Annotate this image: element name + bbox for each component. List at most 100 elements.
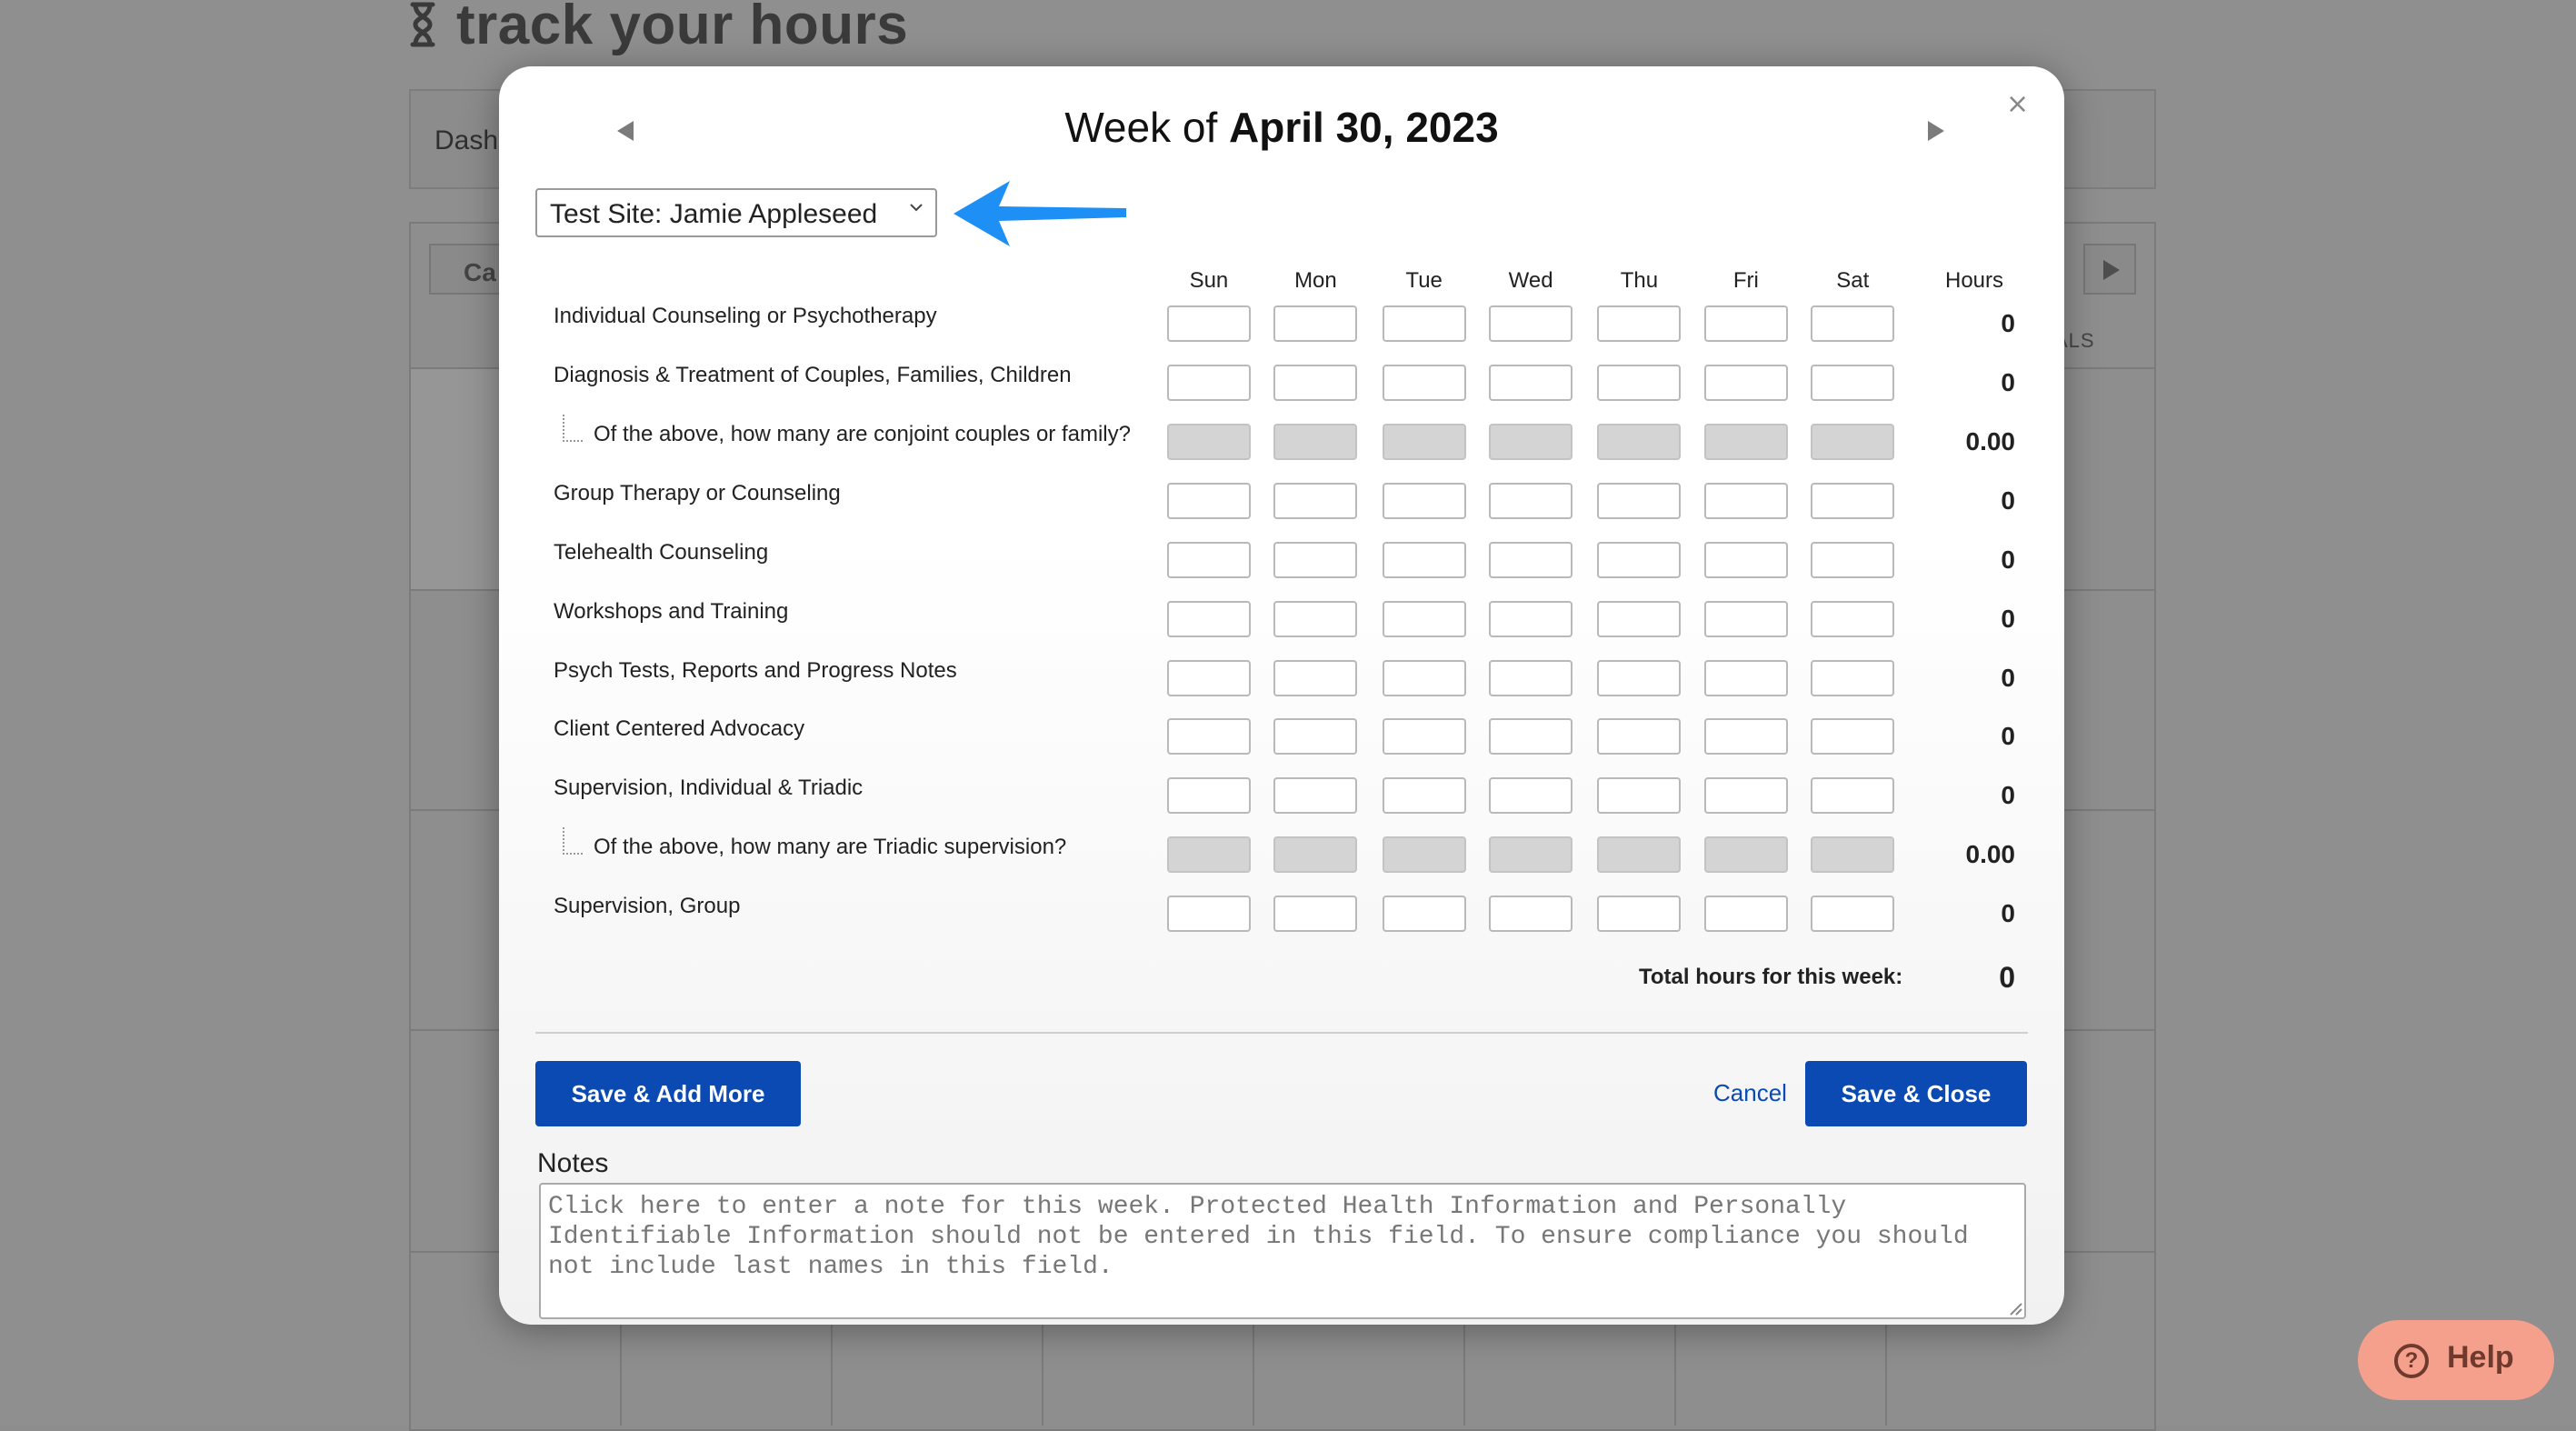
hours-input-wed[interactable] bbox=[1489, 483, 1573, 520]
hours-input-tue[interactable] bbox=[1382, 365, 1466, 402]
hours-input-mon[interactable] bbox=[1273, 776, 1358, 814]
hours-input-sun bbox=[1166, 424, 1251, 461]
hours-input-fri[interactable] bbox=[1703, 542, 1788, 579]
calendar-next-button[interactable] bbox=[2083, 244, 2136, 295]
nav-dashboard[interactable]: Dash bbox=[434, 125, 498, 156]
hours-input-sat bbox=[1811, 836, 1895, 873]
hours-input-wed bbox=[1489, 836, 1573, 873]
divider bbox=[535, 1032, 2028, 1034]
hours-input-fri[interactable] bbox=[1703, 365, 1788, 402]
hours-input-wed[interactable] bbox=[1489, 542, 1573, 579]
help-label: Help bbox=[2447, 1340, 2514, 1375]
hours-input-thu[interactable] bbox=[1597, 660, 1682, 697]
hours-input-fri[interactable] bbox=[1703, 305, 1788, 342]
hours-input-sun[interactable] bbox=[1166, 776, 1251, 814]
row-total: 0 bbox=[2001, 605, 2015, 634]
annotation-arrow-icon bbox=[954, 181, 1126, 246]
hours-input-sun[interactable] bbox=[1166, 542, 1251, 579]
hours-input-fri[interactable] bbox=[1703, 717, 1788, 755]
hours-input-thu[interactable] bbox=[1597, 542, 1682, 579]
hours-input-mon[interactable] bbox=[1273, 660, 1358, 697]
hours-input-thu[interactable] bbox=[1597, 895, 1682, 932]
hours-input-sat[interactable] bbox=[1811, 483, 1895, 520]
hours-input-tue[interactable] bbox=[1382, 895, 1466, 932]
day-header-sat: Sat bbox=[1836, 268, 1870, 293]
hours-input-tue[interactable] bbox=[1382, 660, 1466, 697]
hours-input-mon[interactable] bbox=[1273, 305, 1358, 342]
hours-input-sat[interactable] bbox=[1811, 895, 1895, 932]
hours-input-thu[interactable] bbox=[1597, 483, 1682, 520]
hours-input-fri[interactable] bbox=[1703, 776, 1788, 814]
hours-input-tue[interactable] bbox=[1382, 717, 1466, 755]
hours-input-wed[interactable] bbox=[1489, 776, 1573, 814]
hours-input-sun[interactable] bbox=[1166, 601, 1251, 638]
site-select-value: Test Site: Jamie Appleseed bbox=[550, 199, 878, 229]
hours-input-sun[interactable] bbox=[1166, 717, 1251, 755]
help-button[interactable]: ? Help bbox=[2358, 1320, 2554, 1400]
hours-input-sun[interactable] bbox=[1166, 895, 1251, 932]
hours-input-mon[interactable] bbox=[1273, 483, 1358, 520]
hours-input-sat[interactable] bbox=[1811, 776, 1895, 814]
hours-input-fri[interactable] bbox=[1703, 660, 1788, 697]
hours-input-sat[interactable] bbox=[1811, 601, 1895, 638]
hours-input-thu[interactable] bbox=[1597, 776, 1682, 814]
hours-input-mon[interactable] bbox=[1273, 601, 1358, 638]
hours-input-sun[interactable] bbox=[1166, 660, 1251, 697]
hours-input-sun bbox=[1166, 836, 1251, 873]
hours-input-sat[interactable] bbox=[1811, 365, 1895, 402]
hours-input-tue[interactable] bbox=[1382, 542, 1466, 579]
hours-input-thu[interactable] bbox=[1597, 305, 1682, 342]
close-icon[interactable]: × bbox=[2006, 88, 2029, 120]
row-total: 0.00 bbox=[1965, 427, 2016, 456]
hours-input-sat[interactable] bbox=[1811, 305, 1895, 342]
hours-input-sun[interactable] bbox=[1166, 483, 1251, 520]
hours-input-sat[interactable] bbox=[1811, 542, 1895, 579]
row-total: 0 bbox=[2001, 486, 2015, 515]
hours-input-fri bbox=[1703, 424, 1788, 461]
hours-input-fri[interactable] bbox=[1703, 483, 1788, 520]
hours-input-thu[interactable] bbox=[1597, 601, 1682, 638]
notes-textarea[interactable]: Click here to enter a note for this week… bbox=[539, 1183, 2026, 1319]
hours-input-tue[interactable] bbox=[1382, 305, 1466, 342]
tree-connector bbox=[563, 826, 583, 855]
hours-input-mon[interactable] bbox=[1273, 895, 1358, 932]
save-close-button[interactable]: Save & Close bbox=[1805, 1061, 2027, 1126]
hours-input-mon[interactable] bbox=[1273, 717, 1358, 755]
site-select[interactable]: Test Site: Jamie Appleseed bbox=[535, 188, 937, 237]
hours-input-tue[interactable] bbox=[1382, 601, 1466, 638]
cancel-button[interactable]: Cancel bbox=[1713, 1079, 1787, 1107]
row-label: Supervision, Individual & Triadic bbox=[554, 775, 864, 800]
row-label: Individual Counseling or Psychotherapy bbox=[554, 303, 937, 328]
day-header-sun: Sun bbox=[1189, 268, 1229, 293]
hours-input-sun[interactable] bbox=[1166, 305, 1251, 342]
total-hours-value: 0 bbox=[1999, 961, 2015, 994]
hours-input-thu[interactable] bbox=[1597, 717, 1682, 755]
row-total: 0 bbox=[2001, 780, 2015, 809]
row-label: Group Therapy or Counseling bbox=[554, 481, 841, 506]
hours-input-sat[interactable] bbox=[1811, 717, 1895, 755]
hours-input-wed[interactable] bbox=[1489, 365, 1573, 402]
hours-input-thu[interactable] bbox=[1597, 365, 1682, 402]
tree-connector bbox=[563, 415, 583, 443]
next-week-icon[interactable] bbox=[1926, 119, 1944, 141]
hours-input-wed[interactable] bbox=[1489, 305, 1573, 342]
question-mark-icon: ? bbox=[2394, 1344, 2429, 1378]
hours-input-sat[interactable] bbox=[1811, 660, 1895, 697]
hours-input-mon[interactable] bbox=[1273, 365, 1358, 402]
hours-input-fri[interactable] bbox=[1703, 601, 1788, 638]
save-add-more-button[interactable]: Save & Add More bbox=[535, 1061, 801, 1126]
hours-input-tue[interactable] bbox=[1382, 776, 1466, 814]
hours-input-sun[interactable] bbox=[1166, 365, 1251, 402]
resize-grip-icon[interactable] bbox=[2006, 1299, 2022, 1316]
hours-input-mon[interactable] bbox=[1273, 542, 1358, 579]
title-date: April 30, 2023 bbox=[1229, 104, 1499, 151]
hours-input-wed[interactable] bbox=[1489, 601, 1573, 638]
hours-input-wed[interactable] bbox=[1489, 660, 1573, 697]
hours-input-sat bbox=[1811, 424, 1895, 461]
hours-input-tue[interactable] bbox=[1382, 483, 1466, 520]
row-label: Diagnosis & Treatment of Couples, Famili… bbox=[554, 363, 1072, 388]
hours-input-wed[interactable] bbox=[1489, 717, 1573, 755]
hours-input-fri[interactable] bbox=[1703, 895, 1788, 932]
chevron-down-icon bbox=[910, 204, 923, 212]
hours-input-wed[interactable] bbox=[1489, 895, 1573, 932]
